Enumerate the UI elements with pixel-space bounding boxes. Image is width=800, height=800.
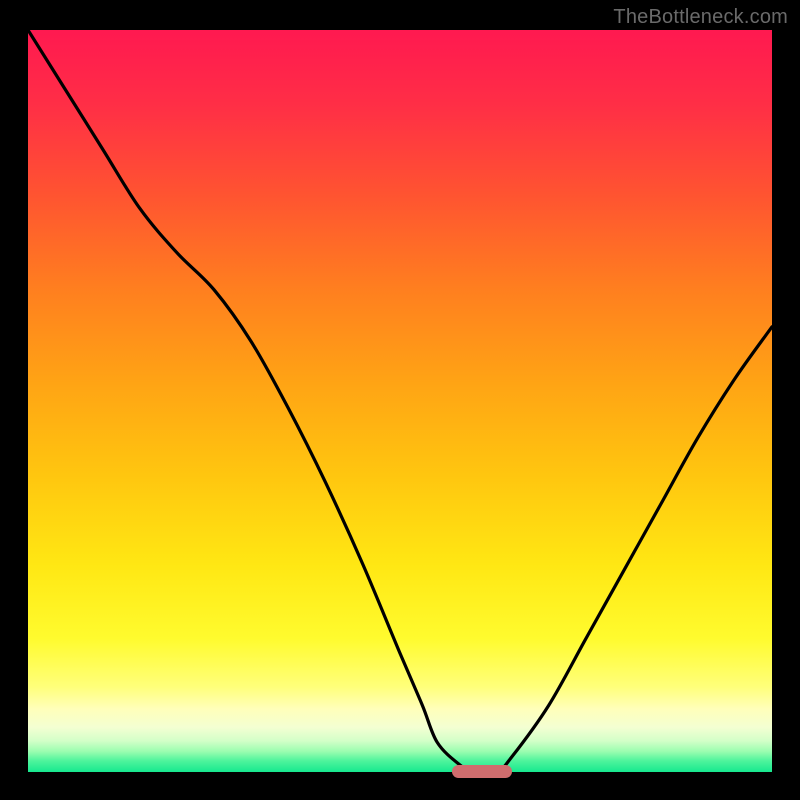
plot-area [28, 30, 772, 772]
optimal-range-marker [452, 765, 512, 778]
bottleneck-curve [28, 30, 772, 772]
watermark-text: TheBottleneck.com [613, 6, 788, 29]
chart-frame: TheBottleneck.com [0, 0, 800, 800]
